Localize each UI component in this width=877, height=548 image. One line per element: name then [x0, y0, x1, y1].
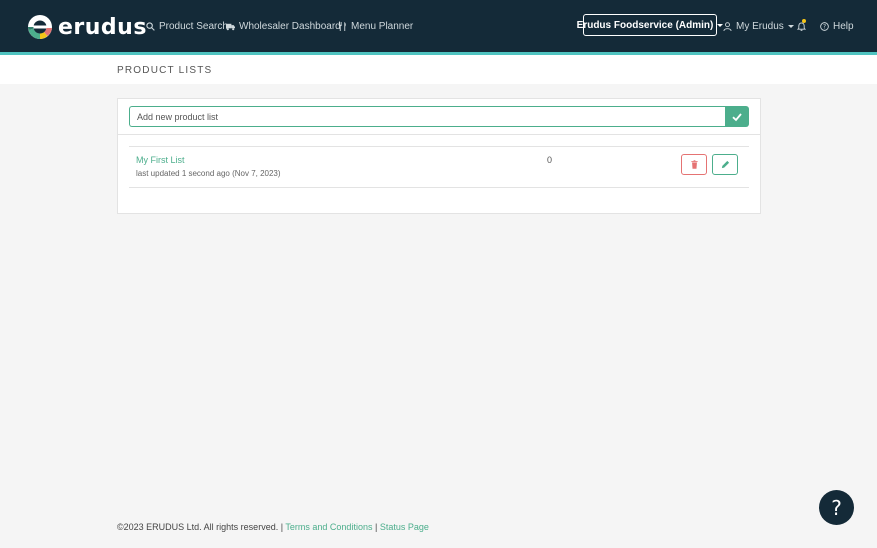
page-title: PRODUCT LISTS — [117, 65, 213, 76]
edit-list-button[interactable] — [712, 154, 738, 175]
list-name-link[interactable]: My First List — [136, 155, 185, 165]
nav-menu-planner-label: Menu Planner — [351, 20, 414, 32]
nav-my-erudus[interactable]: My Erudus — [723, 0, 794, 52]
brand-name: erudus — [58, 14, 147, 40]
help-circle-icon: ? — [820, 21, 829, 31]
list-item: My First List last updated 1 second ago … — [129, 146, 749, 188]
status-page-link[interactable]: Status Page — [380, 522, 429, 532]
pencil-icon — [721, 160, 729, 169]
nav-product-search[interactable]: Product Search — [146, 0, 228, 52]
footer-separator: | — [374, 522, 378, 532]
nav-wholesaler-dashboard[interactable]: Wholesaler Dashboard — [226, 0, 341, 52]
add-product-list-input[interactable] — [129, 106, 726, 127]
user-icon — [723, 21, 732, 31]
account-switcher-button[interactable]: Erudus Foodservice (Admin) — [577, 14, 724, 36]
top-navbar: erudus Product Search Wholesaler Dashboa… — [0, 0, 877, 52]
nav-my-erudus-label: My Erudus — [736, 20, 784, 32]
nav-wholesaler-dashboard-label: Wholesaler Dashboard — [239, 20, 341, 32]
notification-dot — [802, 19, 806, 23]
add-list-form — [118, 99, 760, 135]
brand-logo-link[interactable]: erudus — [28, 13, 147, 41]
footer-copyright: ©2023 ERUDUS Ltd. All rights reserved. — [117, 522, 279, 532]
notifications-button[interactable] — [797, 0, 810, 52]
nav-help[interactable]: ? Help — [820, 0, 854, 52]
list-product-count: 0 — [547, 155, 553, 165]
nav-help-label: Help — [833, 20, 854, 32]
search-icon — [146, 21, 155, 31]
trash-icon — [690, 160, 698, 169]
list-updated-text: last updated 1 second ago (Nov 7, 2023) — [136, 169, 281, 178]
footer-separator: | — [280, 522, 284, 532]
check-icon — [732, 112, 742, 121]
footer: ©2023 ERUDUS Ltd. All rights reserved. |… — [117, 522, 429, 532]
account-switcher-label: Erudus Foodservice (Admin) — [576, 19, 714, 31]
utensils-icon — [338, 21, 346, 31]
delete-list-button[interactable] — [681, 154, 707, 175]
product-lists-card: My First List last updated 1 second ago … — [117, 98, 761, 214]
truck-icon — [226, 23, 235, 30]
erudus-logo-icon — [28, 15, 52, 39]
help-chat-button[interactable]: ? — [819, 490, 854, 525]
svg-text:?: ? — [823, 24, 826, 30]
chevron-down-icon — [787, 24, 794, 28]
nav-menu-planner[interactable]: Menu Planner — [338, 0, 413, 52]
nav-product-search-label: Product Search — [159, 20, 228, 32]
add-product-list-button[interactable] — [725, 106, 749, 127]
terms-link[interactable]: Terms and Conditions — [285, 522, 372, 532]
